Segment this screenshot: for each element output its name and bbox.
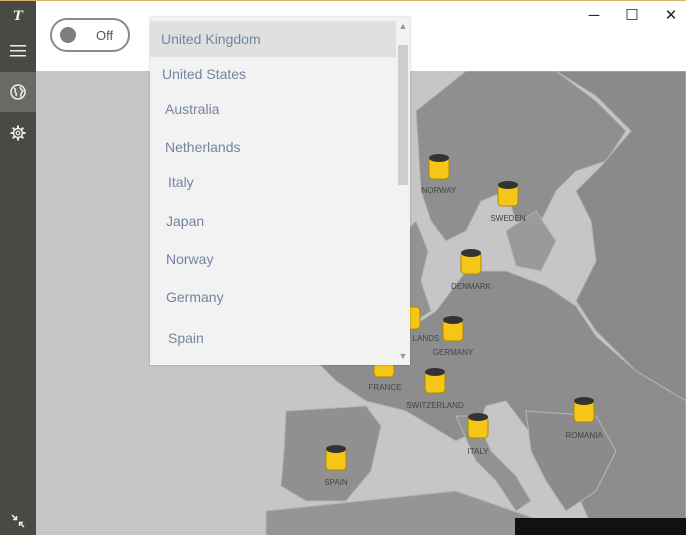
scroll-down-icon[interactable]: ▼: [396, 349, 410, 363]
server-marker-italy[interactable]: ITALY: [467, 413, 489, 456]
country-option[interactable]: Norway: [150, 241, 410, 277]
country-option-label: United Kingdom: [161, 31, 261, 47]
scroll-thumb[interactable]: [398, 45, 408, 185]
server-label: SPAIN: [324, 478, 348, 487]
dropdown-scrollbar[interactable]: ▲ ▼: [396, 17, 410, 365]
toggle-state-label: Off: [96, 28, 114, 43]
server-label: ITALY: [467, 447, 489, 456]
server-label: DENMARK: [451, 282, 492, 291]
close-icon: ✕: [664, 7, 678, 24]
country-option-label: Netherlands: [165, 139, 241, 155]
logo-text: T: [13, 8, 23, 24]
collapse-arrows-icon: [11, 514, 25, 528]
map-nav-button[interactable]: [0, 72, 36, 112]
server-label: LANDS: [413, 334, 440, 343]
hamburger-icon: [10, 45, 26, 57]
country-option-label: Japan: [166, 213, 205, 229]
collapse-button[interactable]: [0, 501, 36, 535]
maximize-icon: ☐: [625, 7, 639, 24]
status-bar: [515, 518, 686, 535]
server-label: FRANCE: [369, 383, 402, 392]
country-dropdown[interactable]: United Kingdom United States Australia N…: [150, 17, 410, 365]
country-option-label: Australia: [165, 101, 220, 117]
server-label: SWITZERLAND: [406, 401, 464, 410]
minimize-button[interactable]: ─: [579, 5, 609, 25]
country-option-label: United States: [162, 66, 247, 82]
sidebar: T: [0, 1, 36, 535]
country-option[interactable]: Australia: [150, 91, 410, 127]
menu-button[interactable]: [0, 31, 36, 71]
server-label: SWEDEN: [490, 214, 525, 223]
globe-icon: [10, 84, 26, 100]
country-option[interactable]: Germany: [150, 279, 410, 315]
app-window: T NORWAY SWEDEN DENMARK LANDS GERMANY FR…: [0, 0, 686, 535]
country-option[interactable]: Italy: [150, 164, 410, 200]
country-option[interactable]: United Kingdom: [150, 21, 407, 57]
country-option[interactable]: Netherlands: [150, 129, 410, 165]
settings-button[interactable]: [0, 113, 36, 153]
country-option[interactable]: Spain: [150, 320, 410, 356]
server-label: NORWAY: [422, 186, 458, 195]
app-logo: T: [0, 1, 36, 31]
gear-icon: [10, 125, 26, 141]
scroll-up-icon[interactable]: ▲: [396, 19, 410, 33]
toggle-knob: [60, 27, 76, 43]
country-option-label: Italy: [168, 174, 194, 190]
country-option[interactable]: Japan: [150, 203, 410, 239]
server-label: GERMANY: [433, 348, 474, 357]
close-button[interactable]: ✕: [656, 5, 686, 25]
maximize-button[interactable]: ☐: [617, 5, 647, 25]
server-label: ROMANIA: [565, 431, 603, 440]
server-marker-spain[interactable]: SPAIN: [324, 445, 348, 487]
country-option-label: Spain: [168, 330, 204, 346]
country-option[interactable]: United States: [150, 56, 408, 92]
vpn-toggle[interactable]: Off: [50, 18, 130, 52]
minimize-icon: ─: [588, 6, 600, 24]
country-option-label: Norway: [166, 251, 214, 267]
country-option-label: Germany: [166, 289, 224, 305]
